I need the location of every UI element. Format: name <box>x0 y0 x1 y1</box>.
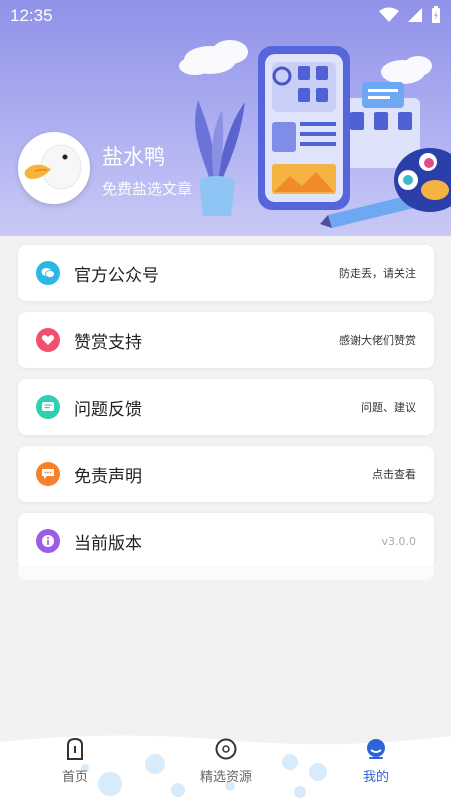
profile-banner: 12:35 盐水鸭 免费盐选文章 <box>0 0 451 236</box>
info-icon <box>36 529 60 553</box>
banner-illustration <box>179 40 451 228</box>
menu-item-feedback[interactable]: 问题反馈 问题、建议 <box>18 379 434 435</box>
nav-mine[interactable]: 我的 <box>331 738 421 798</box>
menu-title: 官方公众号 <box>74 265 159 286</box>
nav-label: 我的 <box>362 770 389 785</box>
version-value: v3.0.0 <box>381 534 417 548</box>
home-icon <box>67 738 83 760</box>
duck-avatar-icon <box>21 135 87 201</box>
message-icon <box>36 462 60 486</box>
bottom-nav: 首页 精选资源 我的 <box>0 728 451 801</box>
wifi-icon <box>379 7 399 22</box>
cards-footer <box>18 566 434 580</box>
heart-icon <box>36 328 60 352</box>
nav-resources[interactable]: 精选资源 <box>181 738 271 798</box>
menu-item-version[interactable]: 当前版本 v3.0.0 <box>18 513 434 569</box>
menu-title: 当前版本 <box>74 533 142 554</box>
user-name: 盐水鸭 <box>102 145 165 169</box>
profile-icon <box>367 739 385 759</box>
compass-icon <box>215 738 237 760</box>
menu-note: 感谢大佬们赞赏 <box>339 334 416 347</box>
menu-note: 点击查看 <box>372 468 416 481</box>
avatar[interactable] <box>18 132 90 204</box>
status-bar: 12:35 <box>0 0 451 30</box>
user-subtitle: 免费盐选文章 <box>102 180 193 198</box>
menu-note: 防走丢，请关注 <box>339 267 416 280</box>
status-icons <box>379 6 441 24</box>
feedback-icon <box>36 395 60 419</box>
status-time: 12:35 <box>10 6 53 25</box>
menu-item-support[interactable]: 赞赏支持 感谢大佬们赞赏 <box>18 312 434 368</box>
menu-title: 赞赏支持 <box>74 332 142 353</box>
signal-icon <box>408 8 422 22</box>
wechat-icon <box>36 261 60 285</box>
menu-title: 问题反馈 <box>74 399 142 420</box>
menu-title: 免责声明 <box>74 466 142 487</box>
nav-label: 首页 <box>61 770 88 785</box>
menu-note: 问题、建议 <box>361 401 416 414</box>
menu-item-official-account[interactable]: 官方公众号 防走丢，请关注 <box>18 245 434 301</box>
nav-home[interactable]: 首页 <box>30 738 120 798</box>
nav-label: 精选资源 <box>199 770 252 785</box>
battery-icon <box>432 6 440 23</box>
menu-item-disclaimer[interactable]: 免责声明 点击查看 <box>18 446 434 502</box>
